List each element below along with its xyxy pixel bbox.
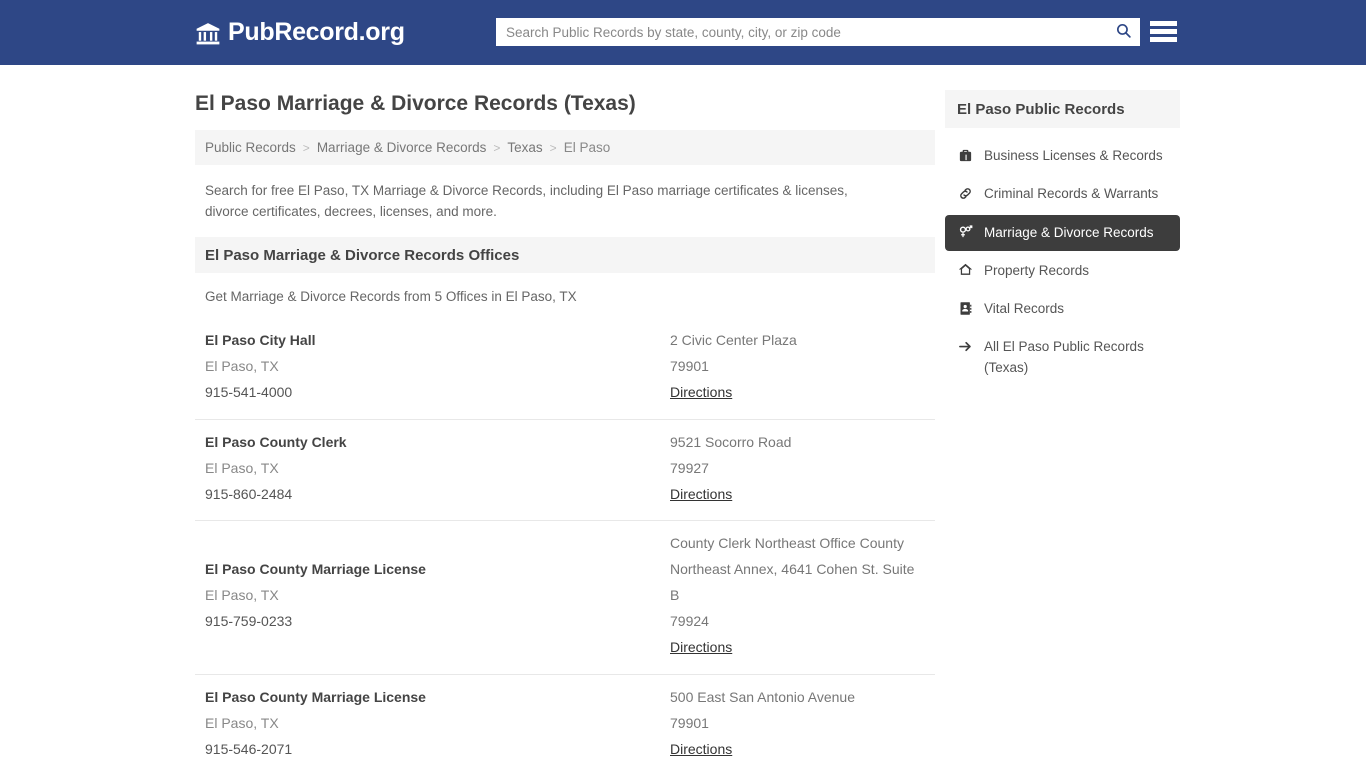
sidebar-item-property-records[interactable]: Property Records	[945, 253, 1180, 289]
office-name: El Paso County Clerk	[205, 433, 347, 450]
office-address-block: 9521 Socorro Road 79927 Directions	[670, 430, 925, 508]
sidebar-item-label: All El Paso Public Records (Texas)	[984, 339, 1144, 375]
office-info: El Paso City Hall El Paso, TX 915-541-40…	[205, 328, 670, 406]
directions-link[interactable]: Directions	[670, 635, 732, 661]
office-phone: 915-541-4000	[205, 383, 293, 400]
sidebar-item-label: Marriage & Divorce Records	[984, 224, 1154, 240]
directions-link[interactable]: Directions	[670, 482, 732, 508]
office-address-block: 2 Civic Center Plaza 79901 Directions	[670, 328, 925, 406]
table-row: El Paso County Clerk El Paso, TX 915-860…	[195, 420, 935, 522]
content-row: El Paso Marriage & Divorce Records (Texa…	[195, 65, 1180, 768]
table-row: El Paso County Marriage License El Paso,…	[195, 675, 935, 768]
home-icon	[957, 261, 974, 279]
sidebar-item-all-public-records[interactable]: All El Paso Public Records (Texas)	[945, 329, 1180, 386]
page-body: El Paso Marriage & Divorce Records (Texa…	[0, 65, 1366, 768]
office-address: County Clerk Northeast Office County Nor…	[670, 535, 915, 604]
breadcrumb-item-public-records[interactable]: Public Records	[205, 140, 296, 155]
briefcase-icon	[957, 146, 974, 164]
sidebar-item-marriage-divorce[interactable]: Marriage & Divorce Records	[945, 214, 1180, 251]
office-zip: 79924	[670, 613, 709, 630]
search-input[interactable]	[496, 19, 1106, 45]
arrow-right-icon	[957, 337, 974, 355]
section-title-offices: El Paso Marriage & Divorce Records Offic…	[195, 237, 935, 274]
breadcrumb-separator-icon: >	[549, 140, 557, 155]
office-city: El Paso, TX	[205, 459, 279, 476]
venus-mars-icon	[957, 223, 974, 241]
office-address-block: 500 East San Antonio Avenue 79901 Direct…	[670, 685, 925, 763]
office-zip: 79927	[670, 459, 709, 476]
sidebar-item-vital-records[interactable]: Vital Records	[945, 291, 1180, 327]
directions-link[interactable]: Directions	[670, 380, 732, 406]
hamburger-menu-icon[interactable]	[1150, 19, 1177, 44]
intro-description: Search for free El Paso, TX Marriage & D…	[205, 183, 848, 220]
sidebar-list: Business Licenses & Records Criminal Rec…	[945, 128, 1180, 386]
office-city: El Paso, TX	[205, 358, 279, 375]
office-city: El Paso, TX	[205, 587, 279, 604]
office-info: El Paso County Marriage License El Paso,…	[205, 685, 670, 763]
office-zip: 79901	[670, 358, 709, 375]
breadcrumb-item-texas[interactable]: Texas	[507, 140, 542, 155]
sidebar-item-label: Business Licenses & Records	[984, 148, 1163, 163]
breadcrumb-separator-icon: >	[302, 140, 310, 155]
office-zip: 79901	[670, 714, 709, 731]
table-row: El Paso City Hall El Paso, TX 915-541-40…	[195, 318, 935, 420]
bank-icon	[195, 21, 221, 45]
office-address-block: County Clerk Northeast Office County Nor…	[670, 531, 925, 660]
breadcrumb: Public Records > Marriage & Divorce Reco…	[195, 130, 935, 166]
breadcrumb-item-el-paso: El Paso	[563, 140, 611, 156]
sidebar-item-label: Criminal Records & Warrants	[984, 186, 1159, 202]
breadcrumb-separator-icon: >	[493, 140, 501, 155]
section-subtitle-offices: Get Marriage & Divorce Records from 5 Of…	[205, 289, 577, 305]
sidebar-item-business-licenses[interactable]: Business Licenses & Records	[945, 138, 1180, 174]
hamburger-bar	[1150, 37, 1177, 42]
offices-list: El Paso City Hall El Paso, TX 915-541-40…	[195, 318, 935, 768]
office-name: El Paso County Marriage License	[205, 688, 426, 705]
sidebar-item-criminal-records[interactable]: Criminal Records & Warrants	[945, 176, 1180, 212]
office-name: El Paso City Hall	[205, 332, 316, 349]
office-info: El Paso County Clerk El Paso, TX 915-860…	[205, 430, 670, 508]
office-phone: 915-546-2071	[205, 740, 293, 757]
brand-logo-link[interactable]: PubRecord.org	[195, 20, 405, 45]
search-bar	[496, 18, 1140, 46]
site-header: PubRecord.org	[0, 0, 1366, 65]
office-city: El Paso, TX	[205, 714, 279, 731]
main-column: El Paso Marriage & Divorce Records (Texa…	[195, 65, 935, 768]
search-button[interactable]	[1106, 18, 1140, 46]
office-address: 9521 Socorro Road	[670, 433, 792, 450]
office-phone: 915-759-0233	[205, 613, 293, 630]
office-phone: 915-860-2484	[205, 485, 293, 502]
link-chain-icon	[957, 184, 974, 202]
brand-name: PubRecord.org	[228, 18, 405, 46]
sidebar: El Paso Public Records Business Licenses…	[945, 65, 1180, 768]
sidebar-title: El Paso Public Records	[945, 90, 1180, 128]
hamburger-bar	[1150, 29, 1177, 34]
sidebar-item-label: Property Records	[984, 262, 1090, 278]
office-name: El Paso County Marriage License	[205, 561, 426, 578]
sidebar-item-label: Vital Records	[984, 301, 1065, 316]
address-book-icon	[957, 299, 974, 317]
office-address: 2 Civic Center Plaza	[670, 332, 797, 349]
hamburger-bar	[1150, 21, 1177, 26]
office-address: 500 East San Antonio Avenue	[670, 688, 856, 705]
search-icon	[1115, 22, 1132, 42]
directions-link[interactable]: Directions	[670, 737, 732, 763]
breadcrumb-item-marriage-divorce-records[interactable]: Marriage & Divorce Records	[317, 140, 487, 155]
table-row: El Paso County Marriage License El Paso,…	[195, 521, 935, 675]
office-info: El Paso County Marriage License El Paso,…	[205, 557, 670, 635]
page-title: El Paso Marriage & Divorce Records (Texa…	[195, 92, 636, 115]
